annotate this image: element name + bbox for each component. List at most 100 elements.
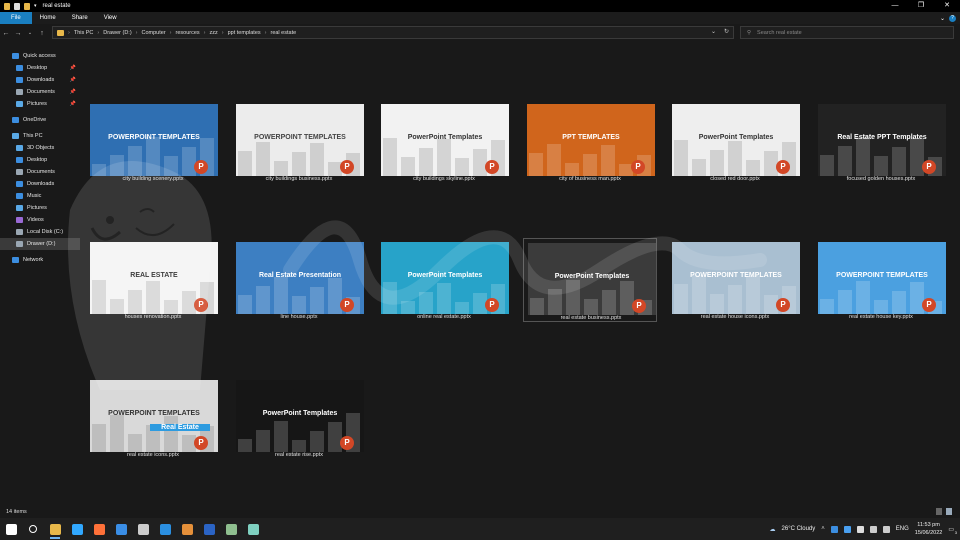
- sidebar-item-drawer-d[interactable]: Drawer (D:): [0, 238, 80, 250]
- file-tile[interactable]: PPT TEMPLATES Pcity of business man.pptx: [523, 100, 657, 184]
- file-tile[interactable]: POWERPOINT TEMPLATES Preal estate house k…: [814, 238, 948, 322]
- notifications-icon[interactable]: ▭ 3: [948, 526, 957, 535]
- sidebar-item-desktop[interactable]: Desktop 📌: [0, 62, 80, 74]
- file-tile[interactable]: POWERPOINT TEMPLATES Pcity building scene…: [86, 100, 220, 184]
- sidebar-item-pictures[interactable]: Pictures 📌: [0, 98, 80, 110]
- tab-view[interactable]: View: [96, 12, 125, 24]
- battery-icon[interactable]: [856, 525, 864, 533]
- word-icon[interactable]: [198, 518, 220, 540]
- file-tile[interactable]: PowerPoint Templates Pcity buildings skyl…: [377, 100, 511, 184]
- tab-home[interactable]: Home: [32, 12, 64, 24]
- chevron-down-icon[interactable]: ▾: [34, 3, 37, 9]
- weather-text[interactable]: 26°C Cloudy: [782, 526, 816, 532]
- refresh-icon[interactable]: ↻: [724, 28, 729, 35]
- terminal-icon[interactable]: [132, 518, 154, 540]
- close-button[interactable]: ✕: [934, 0, 960, 12]
- sidebar-item-documents[interactable]: Documents: [0, 166, 80, 178]
- file-tile[interactable]: PowerPoint Templates Preal estate busines…: [523, 238, 657, 322]
- up-icon[interactable]: ↑: [36, 30, 48, 37]
- thumbnail-title: POWERPOINT TEMPLATES: [108, 410, 200, 417]
- new-folder-icon[interactable]: [24, 2, 30, 10]
- breadcrumb-computer[interactable]: Computer: [142, 30, 166, 36]
- back-icon[interactable]: ←: [0, 30, 12, 37]
- sidebar-item-videos[interactable]: Videos: [0, 214, 80, 226]
- breadcrumb-ppt-templates[interactable]: ppt templates: [228, 30, 261, 36]
- file-tile[interactable]: POWERPOINT TEMPLATES Real Estate Preal est…: [86, 376, 220, 460]
- word-icon-glyph: [203, 523, 215, 535]
- expand-ribbon-icon[interactable]: ⌄: [940, 15, 945, 22]
- recent-chevron-icon[interactable]: ⌄: [24, 30, 36, 36]
- vscode-icon[interactable]: [154, 518, 176, 540]
- sidebar-item-network[interactable]: Network: [0, 254, 80, 266]
- clock[interactable]: 11:53 pm 15/06/2022: [915, 521, 943, 537]
- firefox-icon[interactable]: [88, 518, 110, 540]
- pictures-icon: [16, 101, 23, 107]
- forward-icon[interactable]: →: [12, 30, 24, 37]
- sidebar-item-label: 3D Objects: [27, 145, 55, 151]
- breadcrumb-drawer[interactable]: Drawer (D:): [103, 30, 131, 36]
- address-bar[interactable]: › This PC › Drawer (D:) › Computer › res…: [52, 26, 734, 39]
- sidebar-item-3d-objects[interactable]: 3D Objects: [0, 142, 80, 154]
- sidebar-item-label: Videos: [27, 217, 44, 223]
- properties-icon[interactable]: [14, 2, 20, 10]
- thumbnail-title: POWERPOINT TEMPLATES: [690, 272, 782, 279]
- file-tile[interactable]: POWERPOINT TEMPLATES Pcity buildings busi…: [232, 100, 366, 184]
- sidebar-item-onedrive[interactable]: OneDrive: [0, 114, 80, 126]
- search-input[interactable]: ⚲ Search real estate: [740, 26, 954, 39]
- large-icons-view-icon[interactable]: [946, 508, 952, 515]
- help-icon[interactable]: ?: [949, 14, 956, 22]
- tray-chevron-icon[interactable]: ˄: [821, 526, 825, 533]
- sidebar-item-local-disk-c[interactable]: Local Disk (C:): [0, 226, 80, 238]
- sidebar-item-label: Local Disk (C:): [27, 229, 64, 235]
- network-icon: [12, 257, 19, 263]
- windows-icon[interactable]: [0, 518, 22, 540]
- maximize-button[interactable]: ❐: [908, 0, 934, 12]
- sidebar-item-desktop[interactable]: Desktop: [0, 154, 80, 166]
- thumbnail-title: POWERPOINT TEMPLATES: [836, 272, 928, 279]
- notes-icon[interactable]: [242, 518, 264, 540]
- app-tray-icon[interactable]: [843, 525, 851, 533]
- file-name: real estate house key.pptx: [849, 314, 913, 320]
- file-tile[interactable]: PowerPoint Templates Ponline real estate.…: [377, 238, 511, 322]
- language-indicator[interactable]: ENG: [896, 526, 909, 532]
- breadcrumb-this-pc[interactable]: This PC: [74, 30, 94, 36]
- windows-icon-glyph: [5, 523, 17, 535]
- thunderbird-icon[interactable]: [110, 518, 132, 540]
- file-tile[interactable]: Real Estate PPT Templates Pfocused golden…: [814, 100, 948, 184]
- wifi-icon[interactable]: [869, 525, 877, 533]
- photoshop-icon[interactable]: [66, 518, 88, 540]
- minimize-button[interactable]: —: [882, 0, 908, 12]
- search-icon[interactable]: [22, 518, 44, 540]
- sidebar-item-documents[interactable]: Documents 📌: [0, 86, 80, 98]
- breadcrumb-zzz[interactable]: zzz: [210, 30, 218, 36]
- sidebar-item-pictures[interactable]: Pictures: [0, 202, 80, 214]
- folder-icon[interactable]: [4, 2, 10, 10]
- volume-icon[interactable]: [882, 525, 890, 533]
- file-tile[interactable]: Real Estate Presentation Pline house.pptx: [232, 238, 366, 322]
- explorer-icon[interactable]: [44, 518, 66, 540]
- sidebar-item-quick-access[interactable]: Quick access: [0, 50, 80, 62]
- sidebar-item-label: Downloads: [27, 77, 55, 83]
- details-view-icon[interactable]: [936, 508, 942, 515]
- sidebar-item-label: Pictures: [27, 101, 47, 107]
- file-thumbnail: PowerPoint Templates P: [528, 243, 656, 315]
- tab-share[interactable]: Share: [64, 12, 96, 24]
- breadcrumb-resources[interactable]: resources: [176, 30, 200, 36]
- sidebar-item-this-pc[interactable]: This PC: [0, 130, 80, 142]
- onedrive-icon[interactable]: [830, 525, 838, 533]
- file-name: city building scenery.pptx: [122, 176, 184, 182]
- sidebar-item-music[interactable]: Music: [0, 190, 80, 202]
- breadcrumb-real-estate[interactable]: real estate: [270, 30, 296, 36]
- terminal-icon-glyph: [137, 523, 149, 535]
- tab-file[interactable]: File: [0, 12, 32, 24]
- app-icon[interactable]: [220, 518, 242, 540]
- file-tile[interactable]: PowerPoint Templates Pclosed red door.ppt…: [668, 100, 802, 184]
- sidebar-item-downloads[interactable]: Downloads 📌: [0, 74, 80, 86]
- file-name: real estate business.pptx: [560, 315, 622, 321]
- file-tile[interactable]: POWERPOINT TEMPLATES Preal estate house i…: [668, 238, 802, 322]
- archive-icon[interactable]: [176, 518, 198, 540]
- file-tile[interactable]: PowerPoint Templates Preal estate rise.pp…: [232, 376, 366, 460]
- file-tile[interactable]: REAL ESTATE Phouses renovation.pptx: [86, 238, 220, 322]
- sidebar-item-downloads[interactable]: Downloads: [0, 178, 80, 190]
- chevron-down-icon[interactable]: ⌄: [711, 28, 716, 35]
